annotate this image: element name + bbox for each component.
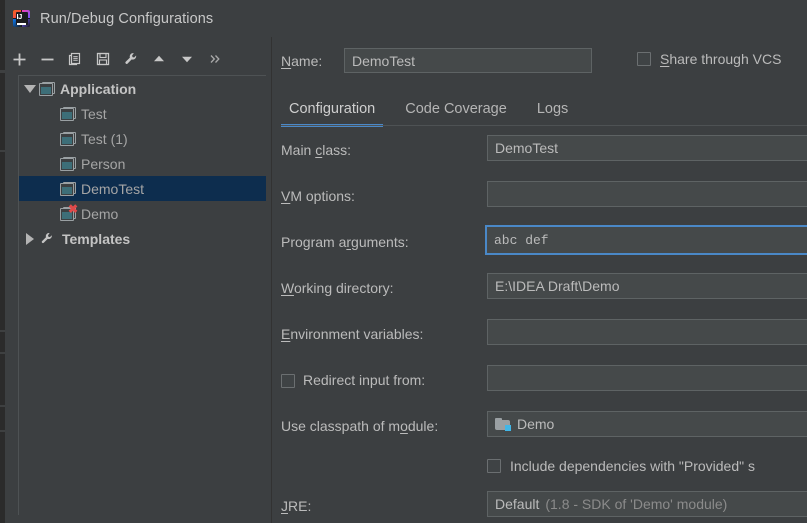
field-row-vm-options: VM options: (272, 175, 807, 221)
dialog-title-bar: IJ Run/Debug Configurations (5, 0, 807, 37)
program-arguments-label: Program arguments: (281, 234, 409, 250)
tree-node-label: Demo (81, 205, 119, 222)
checkbox-box[interactable] (637, 52, 651, 66)
tree-node-test[interactable]: Test (19, 101, 266, 126)
environment-variables-label: Environment variables: (281, 326, 424, 342)
field-row-environment-variables: Environment variables: (272, 313, 807, 359)
wrench-icon (39, 232, 57, 246)
move-down-button[interactable] (173, 47, 201, 71)
use-classpath-of-module-value: Demo (517, 416, 555, 432)
tab-logs[interactable]: Logs (529, 92, 576, 125)
name-input-value: DemoTest (352, 52, 416, 69)
working-directory-input[interactable]: E:\IDEA Draft\Demo (487, 273, 807, 299)
jre-value-detail: (1.8 - SDK of 'Demo' module) (545, 496, 728, 512)
configurations-toolbar (5, 46, 266, 72)
redirect-input-checkbox[interactable] (281, 374, 295, 388)
configuration-editor-panel: Name: DemoTest Share through VCS Configu… (272, 37, 807, 523)
field-row-jre: JRE: Default (1.8 - SDK of 'Demo' module… (272, 485, 807, 523)
field-row-use-classpath-of-module: Use classpath of module: Demo (272, 405, 807, 451)
ij-mark-text: IJ (16, 12, 23, 21)
vm-options-label: VM options: (281, 188, 355, 204)
name-row: Name: DemoTest Share through VCS (272, 48, 807, 76)
move-up-button[interactable] (145, 47, 173, 71)
module-folder-icon (495, 418, 511, 431)
dialog-title: Run/Debug Configurations (40, 10, 214, 27)
tree-node-label: DemoTest (81, 180, 145, 197)
use-classpath-of-module-label: Use classpath of module: (281, 418, 439, 434)
redirect-input-path-input[interactable] (487, 365, 807, 391)
more-actions-button[interactable] (201, 47, 229, 71)
vm-options-input[interactable] (487, 181, 807, 207)
working-directory-value: E:\IDEA Draft\Demo (495, 278, 620, 294)
name-label: Name: (281, 53, 323, 69)
editor-tabs: Configuration Code Coverage Logs (272, 92, 807, 127)
field-row-main-class: Main class: DemoTest (272, 129, 807, 175)
tree-node-label: Test (81, 105, 107, 122)
copy-configuration-button[interactable] (61, 47, 89, 71)
expand-arrow-right-icon[interactable] (21, 232, 39, 245)
program-arguments-value: abc def (494, 232, 549, 248)
share-through-vcs-label: Share through VCS (660, 51, 782, 67)
main-class-input[interactable]: DemoTest (487, 135, 807, 161)
tab-configuration[interactable]: Configuration (281, 92, 384, 127)
share-through-vcs-checkbox[interactable]: Share through VCS (637, 51, 781, 67)
tree-node-label: Person (81, 155, 126, 172)
tree-node-label: Templates (62, 230, 131, 247)
error-badge-icon: ✖ (67, 201, 78, 216)
run-debug-configurations-dialog: IJ Run/Debug Configurations Application … (0, 0, 807, 523)
configurations-tree[interactable]: Application Test Test (1) Person DemoTes… (18, 75, 266, 515)
use-classpath-of-module-dropdown[interactable]: Demo (487, 411, 807, 437)
remove-configuration-button[interactable] (33, 47, 61, 71)
intellij-idea-icon: IJ (13, 10, 30, 27)
jre-label: JRE: (281, 498, 312, 514)
run-config-icon: ✖ (60, 201, 78, 221)
checkbox-box[interactable] (487, 459, 501, 473)
main-class-label: Main class: (281, 142, 352, 158)
program-arguments-input[interactable]: abc def (485, 225, 807, 255)
tab-code-coverage[interactable]: Code Coverage (397, 92, 515, 125)
add-configuration-button[interactable] (5, 47, 33, 71)
include-provided-label: Include dependencies with "Provided" s (510, 458, 755, 474)
include-provided-checkbox[interactable]: Include dependencies with "Provided" s (487, 458, 755, 474)
tree-node-label: Application (60, 80, 137, 97)
field-row-include-provided: Include dependencies with "Provided" s (272, 451, 807, 485)
name-input[interactable]: DemoTest (344, 48, 592, 73)
tree-node-test-1[interactable]: Test (1) (19, 126, 266, 151)
tree-node-person[interactable]: Person (19, 151, 266, 176)
run-config-icon (60, 156, 76, 171)
run-config-icon (60, 106, 76, 121)
jre-value: Default (495, 496, 540, 512)
run-config-icon (60, 131, 76, 146)
edit-templates-button[interactable] (117, 47, 145, 71)
redirect-input-label: Redirect input from: (303, 372, 426, 388)
tree-node-templates[interactable]: Templates (19, 226, 266, 251)
field-row-working-directory: Working directory: E:\IDEA Draft\Demo (272, 267, 807, 313)
tree-node-demotest[interactable]: DemoTest (19, 176, 266, 201)
tree-node-demo[interactable]: ✖ Demo (19, 201, 266, 226)
field-row-program-arguments: Program arguments: abc def (272, 221, 807, 267)
run-config-icon (60, 181, 76, 196)
application-icon (39, 81, 55, 96)
working-directory-label: Working directory: (281, 280, 394, 296)
expand-arrow-down-icon[interactable] (21, 84, 39, 93)
environment-variables-input[interactable] (487, 319, 807, 345)
field-row-redirect-input: Redirect input from: (272, 359, 807, 405)
configurations-panel: Application Test Test (1) Person DemoTes… (5, 37, 266, 523)
tabs-separator (281, 125, 807, 126)
jre-dropdown[interactable]: Default (1.8 - SDK of 'Demo' module) (487, 491, 807, 517)
configuration-form: Main class: DemoTest VM options: Program… (272, 129, 807, 523)
tree-node-application[interactable]: Application (19, 76, 266, 101)
tree-node-label: Test (1) (81, 130, 128, 147)
save-configuration-button[interactable] (89, 47, 117, 71)
main-class-value: DemoTest (495, 140, 559, 156)
